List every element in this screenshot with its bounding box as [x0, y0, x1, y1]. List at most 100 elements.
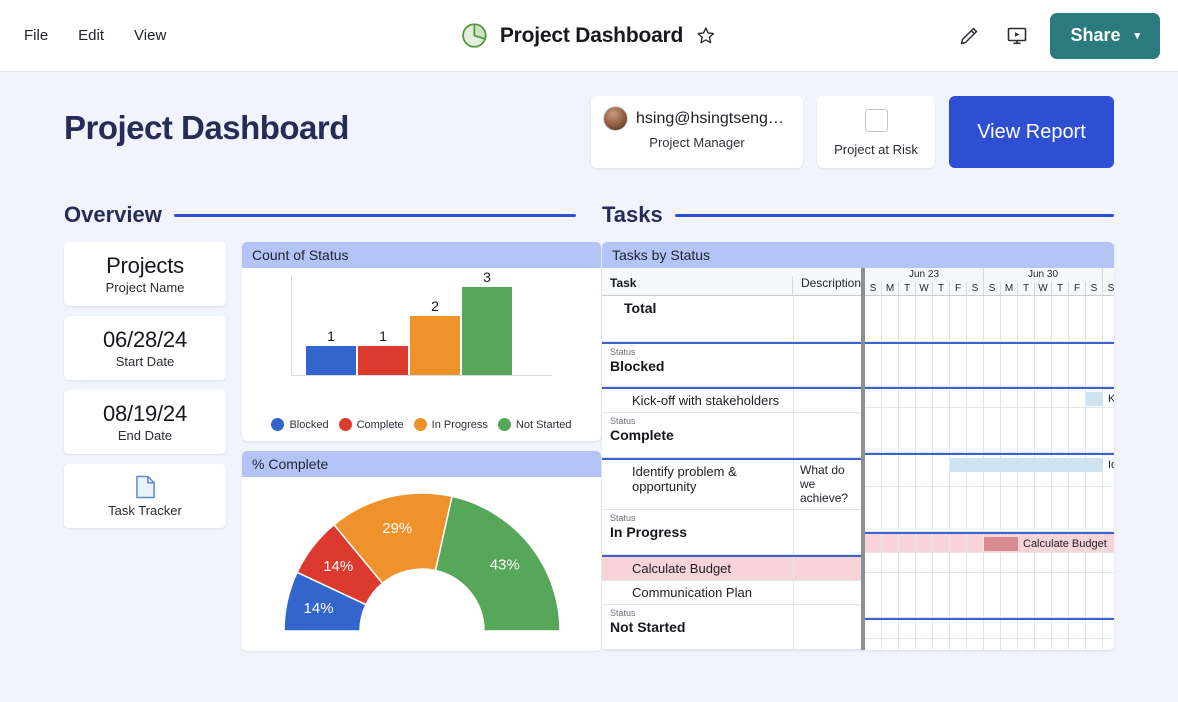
star-outline-icon[interactable]	[695, 25, 717, 47]
table-row[interactable]: Identify problem & opportunity What do we…	[602, 458, 861, 511]
gantt-day-cell	[950, 487, 967, 531]
bar-blocked[interactable]: 1	[306, 328, 356, 375]
gantt-day-cell	[916, 389, 933, 407]
stat-card-task-tracker[interactable]: Task Tracker	[64, 464, 226, 528]
gantt-row[interactable]	[865, 573, 1114, 618]
gantt-day-cell	[1103, 553, 1114, 572]
description-cell	[794, 296, 861, 341]
pie-chart-icon	[462, 23, 487, 48]
gantt-bar[interactable]: Kick-off with stakeholders	[1086, 392, 1114, 406]
legend-item-in-progress[interactable]: In Progress	[413, 418, 488, 431]
pencil-edit-icon[interactable]	[954, 21, 984, 51]
legend-swatch-icon	[497, 418, 511, 431]
gantt-week-labels: Jun 23 Jun 30	[865, 268, 1114, 282]
half-donut-gauge[interactable]: 14% 14% 29% 43%	[272, 487, 572, 639]
gantt-row[interactable]	[865, 639, 1114, 650]
gantt-row[interactable]: Calculate Budget	[865, 532, 1114, 553]
stat-card-project-name[interactable]: Projects Project Name	[64, 242, 226, 306]
table-row[interactable]: Total	[602, 296, 861, 342]
column-header-description[interactable]: Description	[793, 276, 861, 295]
project-at-risk-card[interactable]: Project at Risk	[817, 96, 935, 168]
gantt-day-cell	[1069, 408, 1086, 452]
status-caption: Status	[610, 347, 636, 357]
legend-item-blocked[interactable]: Blocked	[271, 418, 329, 431]
menu-item-view[interactable]: View	[132, 23, 168, 48]
gantt-day-cell	[1052, 553, 1069, 572]
present-screen-icon[interactable]	[1002, 21, 1032, 51]
tasks-section-title: Tasks	[602, 202, 663, 227]
bar-not-started[interactable]: 3	[462, 269, 512, 375]
chevron-down-icon: ▾	[1134, 30, 1140, 42]
gantt-day-cell	[950, 344, 967, 386]
gantt-row[interactable]	[865, 342, 1114, 387]
bar-value-label: 1	[327, 327, 335, 344]
gantt-day-cell	[1001, 408, 1018, 452]
table-row[interactable]: Status Blocked	[602, 342, 861, 387]
gantt-row[interactable]	[865, 408, 1114, 453]
gantt-day-cell	[882, 296, 899, 341]
project-at-risk-checkbox[interactable]	[864, 109, 888, 132]
gantt-row[interactable]	[865, 487, 1114, 532]
gantt-bar-label: Kick-off with stakeholders	[1108, 393, 1114, 405]
legend-item-complete[interactable]: Complete	[338, 418, 404, 431]
share-button[interactable]: Share ▾	[1050, 12, 1160, 59]
gantt-row[interactable]	[865, 296, 1114, 342]
gantt-day-cell	[916, 296, 933, 341]
table-row[interactable]: Communication Plan	[602, 581, 861, 606]
count-of-status-title: Count of Status	[242, 242, 601, 268]
gantt-day-cell	[916, 573, 933, 617]
gantt-bar[interactable]: Identify problem & opportunity	[950, 458, 1114, 472]
gantt-day-cell	[1103, 344, 1114, 386]
gantt-day-label: W	[1035, 282, 1052, 295]
gantt-row[interactable]	[865, 553, 1114, 573]
gantt-row[interactable]: Identify problem & opportunity	[865, 453, 1114, 487]
table-row[interactable]: Kick-off with stakeholders	[602, 387, 861, 413]
gantt-day-cell	[1103, 573, 1114, 617]
gantt-day-cell	[1086, 553, 1103, 572]
gantt-bar[interactable]: Calculate Budget	[984, 537, 1107, 551]
document-title[interactable]: Project Dashboard	[500, 24, 684, 48]
gantt-day-cell	[984, 389, 1001, 407]
gantt-day-cell	[933, 487, 950, 531]
table-row[interactable]: Status Complete	[602, 413, 861, 458]
gantt-day-cell	[933, 639, 950, 650]
task-grid-header: Task Description	[602, 268, 861, 296]
gantt-day-cell	[916, 620, 933, 638]
gantt-day-cell	[984, 553, 1001, 572]
menu-item-edit[interactable]: Edit	[76, 23, 106, 48]
gantt-day-cell	[1001, 344, 1018, 386]
overview-charts: Count of Status 1 1 2 3 Blocked Complete…	[242, 242, 601, 651]
table-row[interactable]: Status In Progress	[602, 510, 861, 556]
table-row[interactable]: Status Not Started	[602, 605, 861, 650]
document-page-icon	[135, 475, 155, 498]
view-report-button[interactable]: View Report	[949, 96, 1114, 168]
bar-complete[interactable]: 1	[358, 328, 408, 375]
legend-label: In Progress	[431, 418, 488, 431]
task-grid-left: Task Description Total Status Blocked Kick-…	[602, 268, 861, 650]
stat-card-start-date[interactable]: 06/28/24 Start Date	[64, 316, 226, 380]
gantt-day-cell	[882, 553, 899, 572]
gantt-day-label: M	[1001, 282, 1018, 295]
column-header-task[interactable]: Task	[602, 276, 793, 295]
status-caption: Status	[610, 608, 636, 619]
gantt-day-cell	[1069, 296, 1086, 341]
gantt-day-cell	[1018, 639, 1035, 650]
gantt-day-cell	[984, 639, 1001, 650]
gantt-row[interactable]: Kick-off with stakeholders	[865, 387, 1114, 408]
stat-card-end-date[interactable]: 08/19/24 End Date	[64, 390, 226, 454]
gantt-day-cell	[984, 344, 1001, 386]
gantt-day-label: T	[1018, 282, 1035, 295]
gantt-day-cell	[916, 455, 933, 486]
project-owner-card[interactable]: hsing@hsingtseng… Project Manager	[591, 96, 803, 168]
legend-item-not-started[interactable]: Not Started	[497, 418, 572, 431]
dashboard-page: Project Dashboard hsing@hsingtseng… Proj…	[0, 72, 1178, 651]
gantt-day-cell	[1035, 296, 1052, 341]
gantt-row[interactable]	[865, 618, 1114, 639]
gantt-day-cell	[1035, 344, 1052, 386]
gantt-day-cell	[984, 487, 1001, 531]
owner-role-label: Project Manager	[649, 135, 745, 150]
bar-in-progress[interactable]: 2	[410, 298, 460, 375]
gantt-day-cell	[899, 455, 916, 486]
menu-item-file[interactable]: File	[22, 23, 50, 48]
table-row[interactable]: Calculate Budget	[602, 555, 861, 582]
